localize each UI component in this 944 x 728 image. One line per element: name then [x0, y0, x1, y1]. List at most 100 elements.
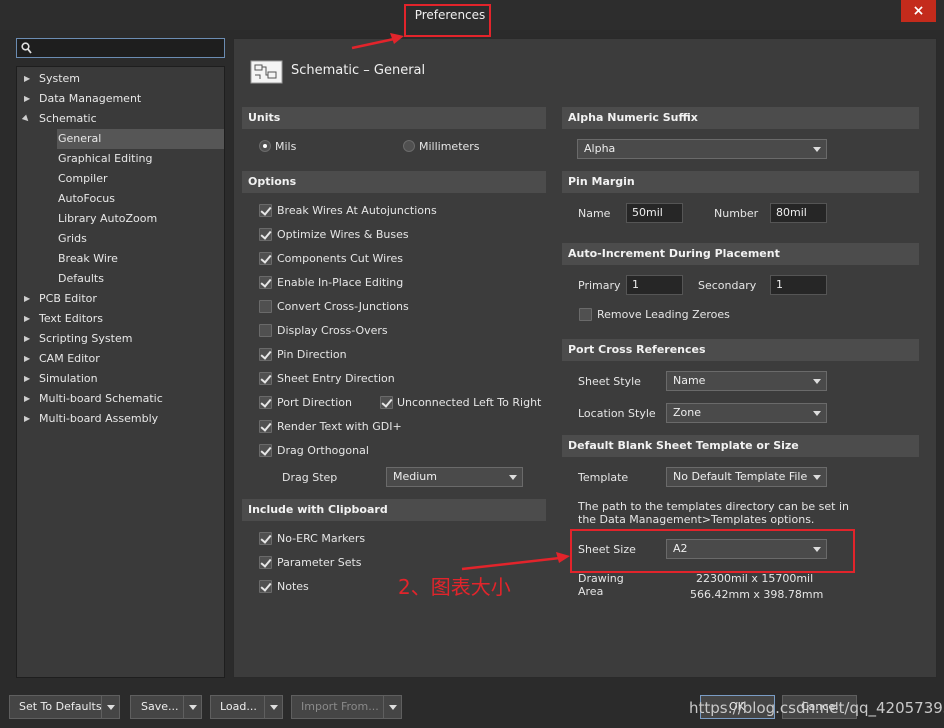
sheet-style-dropdown[interactable]: Name [666, 371, 827, 391]
clipboard-header: Include with Clipboard [242, 499, 546, 521]
drawing-area-mil: 22300mil x 15700mil [696, 572, 814, 585]
chevron-down-icon [813, 411, 821, 416]
alpha-suffix-dropdown[interactable]: Alpha [577, 139, 827, 159]
drag-orthogonal-checkbox[interactable] [259, 444, 272, 457]
primary-label: Primary [578, 279, 621, 292]
tree-item-compiler[interactable]: Compiler [58, 169, 224, 189]
in-place-editing-label: Enable In-Place Editing [277, 276, 404, 289]
port-direction-label: Port Direction [277, 396, 352, 409]
tree-item-pcb-editor[interactable]: ▶ PCB Editor [17, 289, 224, 309]
convert-cross-junctions-label: Convert Cross-Junctions [277, 300, 409, 313]
parameter-sets-checkbox[interactable] [259, 556, 272, 569]
break-wires-checkbox[interactable] [259, 204, 272, 217]
tree-item-general[interactable]: General [57, 129, 224, 149]
parameter-sets-label: Parameter Sets [277, 556, 362, 569]
pin-number-label: Number [714, 207, 759, 220]
tree-item-multi-board-schematic[interactable]: ▶ Multi-board Schematic [17, 389, 224, 409]
secondary-input[interactable]: 1 [770, 275, 827, 295]
arrow-icon [351, 33, 404, 50]
set-to-defaults-button[interactable]: Set To Defaults [9, 695, 120, 719]
import-from-button[interactable]: Import From... [291, 695, 402, 719]
dropdown-arrow-icon[interactable] [183, 696, 201, 718]
millimeters-radio[interactable] [403, 140, 415, 152]
display-cross-overs-checkbox[interactable] [259, 324, 272, 337]
drawing-area-label-2: Area [578, 585, 604, 598]
units-header: Units [242, 107, 546, 129]
secondary-label: Secondary [698, 279, 757, 292]
in-place-editing-checkbox[interactable] [259, 276, 272, 289]
load-button[interactable]: Load... [210, 695, 283, 719]
arrow-icon [461, 552, 570, 571]
no-erc-markers-checkbox[interactable] [259, 532, 272, 545]
port-cross-references-header: Port Cross References [562, 339, 919, 361]
tree-item-grids[interactable]: Grids [58, 229, 224, 249]
save-button[interactable]: Save... [130, 695, 202, 719]
sheet-style-label: Sheet Style [578, 375, 641, 388]
pin-margin-header: Pin Margin [562, 171, 919, 193]
pin-direction-checkbox[interactable] [259, 348, 272, 361]
components-cut-wires-label: Components Cut Wires [277, 252, 404, 265]
drawing-area-label-1: Drawing [578, 572, 624, 585]
tree-item-library-autozoom[interactable]: Library AutoZoom [58, 209, 224, 229]
unconnected-left-to-right-label: Unconnected Left To Right [397, 396, 542, 409]
dropdown-arrow-icon[interactable] [383, 696, 401, 718]
optimize-wires-checkbox[interactable] [259, 228, 272, 241]
template-header: Default Blank Sheet Template or Size [562, 435, 919, 457]
render-text-gdi-checkbox[interactable] [259, 420, 272, 433]
drag-step-dropdown[interactable]: Medium [386, 467, 523, 487]
page-title: Schematic – General [291, 63, 426, 78]
notes-label: Notes [277, 580, 309, 593]
alpha-suffix-header: Alpha Numeric Suffix [562, 107, 919, 129]
dropdown-arrow-icon[interactable] [101, 696, 119, 718]
primary-input[interactable]: 1 [626, 275, 683, 295]
millimeters-label: Millimeters [419, 140, 480, 153]
tree-item-schematic[interactable]: ▶ Schematic [17, 109, 224, 129]
tree-item-multi-board-assembly[interactable]: ▶ Multi-board Assembly [17, 409, 224, 429]
chevron-down-icon [813, 475, 821, 480]
chevron-down-icon [813, 147, 821, 152]
tree-item-system[interactable]: ▶ System [17, 69, 224, 89]
tree-item-cam-editor[interactable]: ▶ CAM Editor [17, 349, 224, 369]
title-highlight-box [404, 4, 491, 37]
pin-direction-label: Pin Direction [277, 348, 347, 361]
template-note-line2: the Data Management>Templates options. [578, 513, 815, 526]
mils-label: Mils [275, 140, 297, 153]
template-dropdown[interactable]: No Default Template File [666, 467, 827, 487]
sheet-entry-direction-checkbox[interactable] [259, 372, 272, 385]
dropdown-arrow-icon[interactable] [264, 696, 282, 718]
tree-item-text-editors[interactable]: ▶ Text Editors [17, 309, 224, 329]
pin-number-input[interactable]: 80mil [770, 203, 827, 223]
location-style-dropdown[interactable]: Zone [666, 403, 827, 423]
pin-name-label: Name [578, 207, 611, 220]
display-cross-overs-label: Display Cross-Overs [277, 324, 388, 337]
drag-step-label: Drag Step [282, 471, 338, 484]
remove-leading-zeroes-checkbox[interactable] [579, 308, 592, 321]
sheet-entry-direction-label: Sheet Entry Direction [277, 372, 395, 385]
watermark: https://blog.csdn.net/qq_42057393 [689, 699, 944, 717]
tree-item-simulation[interactable]: ▶ Simulation [17, 369, 224, 389]
convert-cross-junctions-checkbox[interactable] [259, 300, 272, 313]
components-cut-wires-checkbox[interactable] [259, 252, 272, 265]
annotation-text: 2、图表大小 [398, 575, 511, 599]
sheet-size-highlight-box [570, 529, 855, 573]
port-direction-checkbox[interactable] [259, 396, 272, 409]
no-erc-markers-label: No-ERC Markers [277, 532, 366, 545]
tree-item-break-wire[interactable]: Break Wire [58, 249, 224, 269]
template-label: Template [578, 471, 629, 484]
tree-item-defaults[interactable]: Defaults [58, 269, 224, 289]
mils-radio[interactable] [259, 140, 271, 152]
notes-checkbox[interactable] [259, 580, 272, 593]
remove-leading-zeroes-label: Remove Leading Zeroes [597, 308, 730, 321]
optimize-wires-label: Optimize Wires & Buses [277, 228, 409, 241]
unconnected-left-to-right-checkbox[interactable] [380, 396, 393, 409]
tree-item-data-management[interactable]: ▶ Data Management [17, 89, 224, 109]
close-button[interactable]: × [901, 0, 936, 22]
search-input[interactable] [16, 38, 225, 58]
tree-item-scripting-system[interactable]: ▶ Scripting System [17, 329, 224, 349]
chevron-down-icon [813, 379, 821, 384]
pin-name-input[interactable]: 50mil [626, 203, 683, 223]
tree-item-graphical-editing[interactable]: Graphical Editing [58, 149, 224, 169]
tree-item-autofocus[interactable]: AutoFocus [58, 189, 224, 209]
drawing-area-mm: 566.42mm x 398.78mm [690, 588, 824, 601]
break-wires-label: Break Wires At Autojunctions [277, 204, 437, 217]
